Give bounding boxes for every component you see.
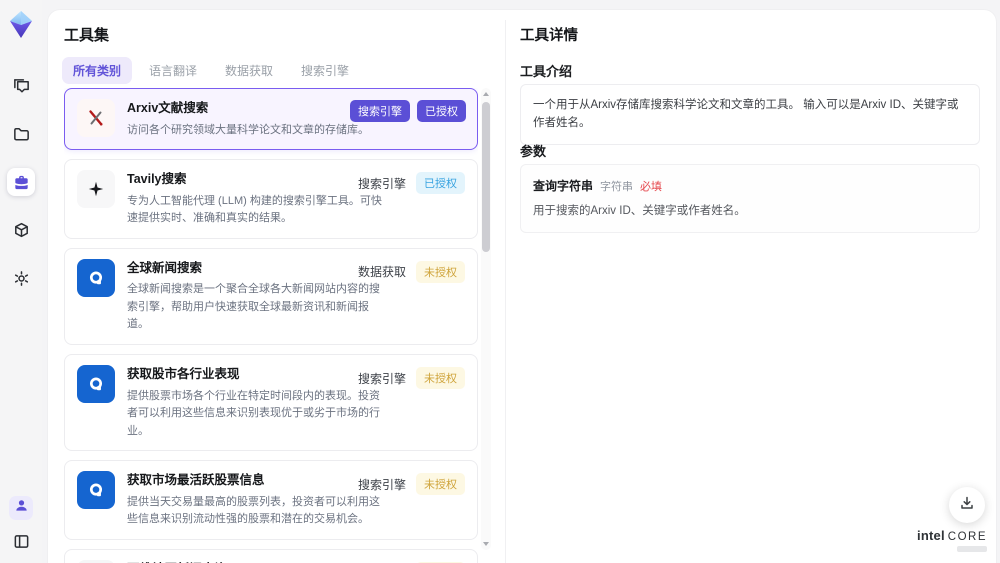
user-avatar[interactable] [9,496,33,520]
detail-title: 工具详情 [520,28,578,44]
tool-card-active-stocks[interactable]: 获取市场最活跃股票信息 提供当天交易量最高的股票列表，投资者可以利用这些信息来识… [64,460,478,541]
list-scrollbar[interactable] [481,88,491,550]
collapse-panel-icon [13,533,30,550]
panel-divider [505,20,506,563]
intel-logo-subtext [957,546,987,552]
sidebar-item-toolbox[interactable] [7,168,35,196]
status-badge: 未授权 [416,367,465,390]
tab-search-engine[interactable]: 搜索引擎 [290,57,360,84]
intro-text-box: 一个用于从Arxiv存储库搜索科学论文和文章的工具。 输入可以是Arxiv ID… [520,84,980,145]
category-label: 数据获取 [357,265,406,280]
tool-card-arxiv[interactable]: Arxiv文献搜索 访问各个研究领域大量科学论文和文章的存储库。 搜索引擎 已授… [64,88,478,151]
param-description: 用于搜索的Arxiv ID、关键字或作者姓名。 [533,205,746,217]
param-box: 查询字符串 字符串 必填 用于搜索的Arxiv ID、关键字或作者姓名。 [520,164,980,234]
tab-data-fetch[interactable]: 数据获取 [214,57,284,84]
intro-text: 一个用于从Arxiv存储库搜索科学论文和文章的工具。 输入可以是Arxiv ID… [533,99,959,130]
tool-list: Arxiv文献搜索 访问各个研究领域大量科学论文和文章的存储库。 搜索引擎 已授… [64,88,478,563]
status-badge: 未授权 [416,473,465,496]
tool-description: 访问各个研究领域大量科学论文和文章的存储库。 [127,123,369,136]
scroll-up-arrow-icon[interactable] [483,92,489,96]
tool-description: 提供股票市场各个行业在特定时间段内的表现。投资者可以利用这些信息来识别表现优于或… [127,389,380,437]
page-title: 工具集 [64,27,110,44]
app-sidebar [0,0,42,563]
tab-all-categories[interactable]: 所有类别 [62,57,133,84]
scroll-down-arrow-icon[interactable] [483,542,489,546]
app-logo[interactable] [7,10,35,40]
category-label: 搜索引擎 [357,176,406,191]
param-name: 查询字符串 [533,179,594,193]
tool-description: 提供当天交易量最高的股票列表，投资者可以利用这些信息来识别流动性强的股票和潜在的… [127,495,380,526]
sidebar-item-files[interactable] [7,120,35,148]
tool-card-tavily[interactable]: Tavily搜索 专为人工智能代理 (LLM) 构建的搜索引擎工具。可快速提供实… [64,159,478,239]
cube-icon [12,221,31,240]
settings-gear-icon [12,269,31,288]
chat-icon [12,77,31,96]
tab-language-translation[interactable]: 语言翻译 [138,57,208,84]
intel-wordmark: intel [917,527,945,543]
sidebar-item-settings[interactable] [7,264,35,292]
core-wordmark: core [947,530,987,543]
tool-card-region-news[interactable]: 万维地区新闻查询 查询具体行政区划内的新闻，快速了解各地新闻动 搜索引擎 未授权 [64,549,478,563]
tool-description: 全球新闻搜索是一个聚合全球各大新闻网站内容的搜索引擎，帮助用户快速获取全球最新资… [127,283,380,331]
tool-card-global-news[interactable]: 全球新闻搜索 全球新闻搜索是一个聚合全球各大新闻网站内容的搜索引擎，帮助用户快速… [64,247,478,346]
status-badge: 未授权 [416,260,465,283]
intro-heading: 工具介绍 [520,64,573,79]
sidebar-item-plugins[interactable] [7,216,35,244]
blue-data-api-icon [77,471,115,510]
blue-data-api-icon [77,258,115,297]
category-badge: 搜索引擎 [350,100,410,122]
sidebar-nav [7,72,35,292]
tavily-star-icon [77,170,115,209]
param-required-flag: 必填 [640,181,663,193]
tool-card-stock-sector[interactable]: 获取股市各行业表现 提供股票市场各个行业在特定时间段内的表现。投资者可以利用这些… [64,354,478,452]
collapse-panel-button[interactable] [9,529,33,553]
params-heading: 参数 [520,144,547,159]
tool-detail-panel: 工具详情 工具介绍 一个用于从Arxiv存储库搜索科学论文和文章的工具。 输入可… [520,10,980,563]
category-tabs: 所有类别 语言翻译 数据获取 搜索引擎 [62,57,360,84]
param-type: 字符串 [600,181,634,193]
main-content: 工具集 所有类别 语言翻译 数据获取 搜索引擎 Arxiv文献搜索 访问各个研究… [48,10,996,563]
scrollbar-thumb[interactable] [482,102,490,252]
category-label: 搜索引擎 [357,477,406,492]
user-avatar-icon [14,498,29,518]
toolbox-icon [12,173,31,192]
status-badge: 已授权 [417,100,466,122]
folder-icon [12,125,31,144]
arxiv-logo-icon [77,99,115,137]
intel-core-logo: intel core [917,527,987,552]
blue-data-api-icon [77,365,115,404]
download-button[interactable] [949,487,985,523]
download-icon [959,495,975,516]
category-label: 搜索引擎 [357,371,406,386]
sidebar-item-chat[interactable] [7,72,35,100]
tool-description: 专为人工智能代理 (LLM) 构建的搜索引擎工具。可快速提供实时、准确和真实的结… [127,194,382,225]
sidebar-bottom [9,496,33,553]
status-badge: 已授权 [416,172,465,195]
